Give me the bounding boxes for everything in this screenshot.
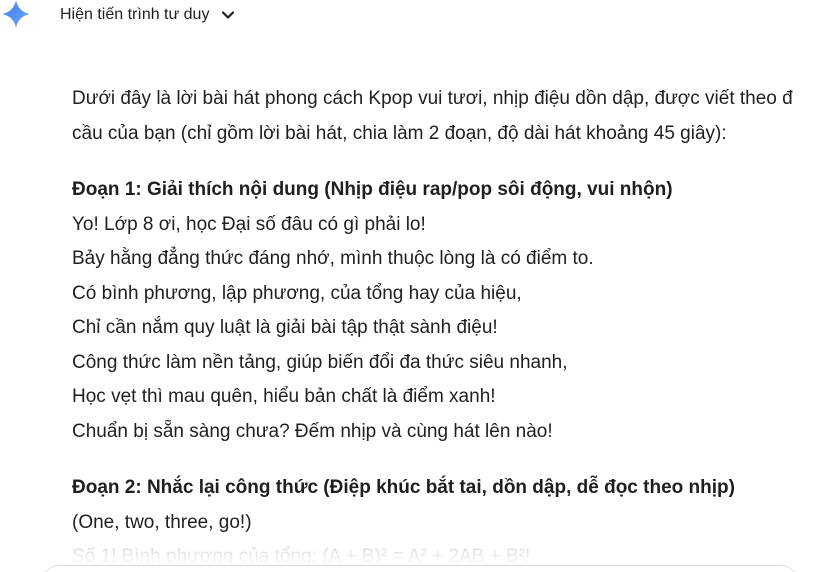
chevron-down-icon <box>222 11 235 19</box>
intro-line: Dưới đây là lời bài hát phong cách Kpop … <box>72 88 793 109</box>
lyric-line: Bảy hằng đẳng thức đáng nhớ, mình thuộc … <box>72 248 594 269</box>
gemini-spark-icon <box>2 0 30 28</box>
lyric-line: Có bình phương, lập phương, của tổng hay… <box>72 282 522 304</box>
intro-paragraph: Dưới đây là lời bài hát phong cách Kpop … <box>72 82 831 151</box>
prompt-input-edge[interactable] <box>40 565 800 572</box>
verse-2-heading: Đoạn 2: Nhắc lại công thức (Điệp khúc bắ… <box>72 477 735 498</box>
show-thinking-label: Hiện tiến trình tư duy <box>60 6 210 23</box>
response-body: Dưới đây là lời bài hát phong cách Kpop … <box>72 82 831 572</box>
lyric-line: Công thức làm nền tảng, giúp biến đổi đa… <box>72 351 568 373</box>
lyric-line: Chuẩn bị sẵn sàng chưa? Đếm nhịp và cùng… <box>72 420 553 442</box>
verse-1-heading: Đoạn 1: Giải thích nội dung (Nhịp điệu r… <box>72 179 673 200</box>
show-thinking-button[interactable]: Hiện tiến trình tư duy <box>52 2 243 28</box>
lyric-line: Yo! Lớp 8 ơi, học Đại số đâu có gì phải … <box>72 213 426 235</box>
response-header: Hiện tiến trình tư duy <box>0 0 831 30</box>
lyric-line: (One, two, three, go!) <box>72 511 252 533</box>
verse-1: Đoạn 1: Giải thích nội dung (Nhịp điệu r… <box>72 173 831 449</box>
verse-2: Đoạn 2: Nhắc lại công thức (Điệp khúc bắ… <box>72 471 831 572</box>
intro-line: cầu của bạn (chỉ gồm lời bài hát, chia l… <box>72 122 727 144</box>
lyric-line: Chỉ cần nắm quy luật là giải bài tập thậ… <box>72 317 498 338</box>
lyric-line: Học vẹt thì mau quên, hiểu bản chất là đ… <box>72 386 496 407</box>
